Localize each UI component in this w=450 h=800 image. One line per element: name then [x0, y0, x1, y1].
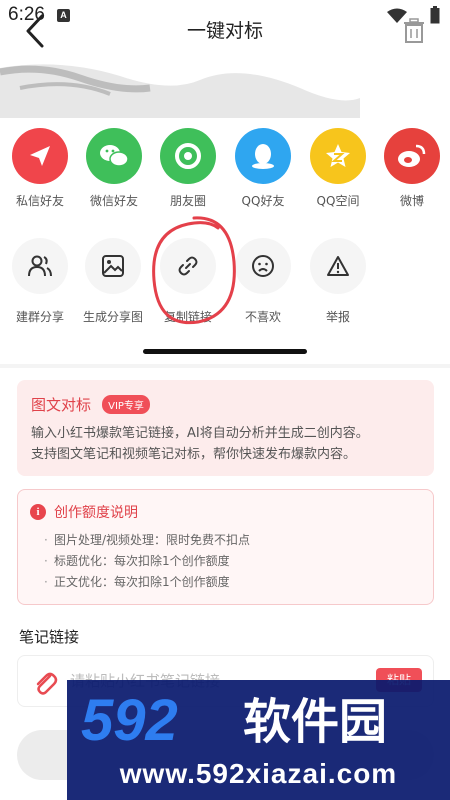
share-direct-message[interactable]: 私信好友	[5, 128, 75, 209]
quota-item: · 图片处理/视频处理：限时免费不扣点	[44, 533, 251, 547]
action-label: 建群分享	[15, 310, 64, 324]
action-label: 不喜欢	[244, 310, 281, 324]
weibo-icon	[384, 128, 440, 184]
quota-item-text: 正文优化：每次扣除1个创作额度	[54, 575, 230, 589]
quota-list: · 图片处理/视频处理：限时免费不扣点 · 标题优化：每次扣除1个创作额度 · 正文优…	[30, 530, 421, 593]
share-targets-row: 私信好友 微信好友 朋友圈 QQ好友 QQ空间 微博	[0, 128, 450, 218]
page-title: 一键对标	[186, 20, 263, 42]
share-label: QQ空间	[316, 194, 360, 208]
share-weibo[interactable]: 微博	[377, 128, 447, 209]
watermark-url: www.592xiazai.com	[119, 758, 398, 789]
action-label: 举报	[325, 310, 350, 324]
share-qzone[interactable]: QQ空间	[303, 128, 373, 209]
quota-header: i 创作额度说明	[30, 502, 421, 522]
moments-icon	[160, 128, 216, 184]
report-icon	[310, 238, 366, 294]
nav-header: 一键对标	[0, 0, 450, 58]
share-label: 私信好友	[15, 194, 64, 208]
wechat-icon	[86, 128, 142, 184]
share-label: 微信好友	[89, 194, 138, 208]
qq-icon	[235, 128, 291, 184]
send-icon	[12, 128, 68, 184]
action-label: 复制链接	[163, 310, 212, 324]
report-button[interactable]: 举报	[298, 238, 378, 325]
generate-share-image-button[interactable]: 生成分享图	[73, 238, 153, 325]
qzone-icon	[310, 128, 366, 184]
share-label: 微博	[399, 194, 424, 208]
section-divider	[0, 364, 450, 368]
share-moments[interactable]: 朋友圈	[153, 128, 223, 209]
quota-item: · 标题优化：每次扣除1个创作额度	[44, 554, 230, 568]
home-indicator	[143, 349, 307, 354]
feature-description: 输入小红书爆款笔记链接，AI将自动分析并生成二创内容。 支持图文笔记和视频笔记对…	[31, 423, 420, 465]
background-image	[0, 64, 360, 118]
quota-item-text: 图片处理/视频处理：限时免费不扣点	[54, 533, 251, 547]
feature-desc-line: 支持图文笔记和视频笔记对标，帮你快速发布爆款内容。	[31, 447, 357, 462]
quota-card: i 创作额度说明 · 图片处理/视频处理：限时免费不扣点 · 标题优化：每次扣除1个…	[17, 489, 434, 605]
share-label: QQ好友	[241, 194, 285, 208]
feature-card: 图文对标 VIP专享 输入小红书爆款笔记链接，AI将自动分析并生成二创内容。 支…	[17, 380, 434, 476]
quota-title: 创作额度说明	[54, 505, 138, 521]
feature-desc-line: 输入小红书爆款笔记链接，AI将自动分析并生成二创内容。	[31, 426, 369, 441]
info-icon: i	[30, 504, 46, 520]
trash-icon[interactable]	[402, 18, 426, 44]
svg-text:软件园: 软件园	[243, 694, 387, 750]
site-watermark: 592 软件园 www.592xiazai.com	[67, 680, 450, 800]
dislike-button[interactable]: 不喜欢	[223, 238, 303, 325]
action-label: 生成分享图	[82, 310, 143, 324]
watermark-logo: 592 软件园	[81, 688, 387, 752]
share-label: 朋友圈	[169, 194, 206, 208]
share-actions-row: 建群分享 生成分享图 复制链接 不喜欢 举报	[0, 238, 450, 328]
group-icon	[12, 238, 68, 294]
feature-title: 图文对标	[31, 396, 92, 414]
quota-item: · 正文优化：每次扣除1个创作额度	[44, 575, 230, 589]
link-section-label: 笔记链接	[19, 628, 80, 646]
share-qq-friend[interactable]: QQ好友	[228, 128, 298, 209]
image-icon	[85, 238, 141, 294]
create-group-share-button[interactable]: 建群分享	[0, 238, 80, 325]
quota-item-text: 标题优化：每次扣除1个创作额度	[54, 554, 230, 568]
svg-text:592: 592	[81, 688, 178, 752]
app-screen: 6:26 A 一键对标 私信好友 微信好友 朋友圈 QQ好友 QQ空间 微博 建…	[0, 0, 450, 800]
dislike-face-icon	[235, 238, 291, 294]
link-icon	[160, 238, 216, 294]
copy-link-button[interactable]: 复制链接	[148, 238, 228, 325]
share-wechat-friend[interactable]: 微信好友	[79, 128, 149, 209]
vip-badge: VIP专享	[102, 395, 150, 414]
paperclip-icon	[36, 672, 58, 695]
